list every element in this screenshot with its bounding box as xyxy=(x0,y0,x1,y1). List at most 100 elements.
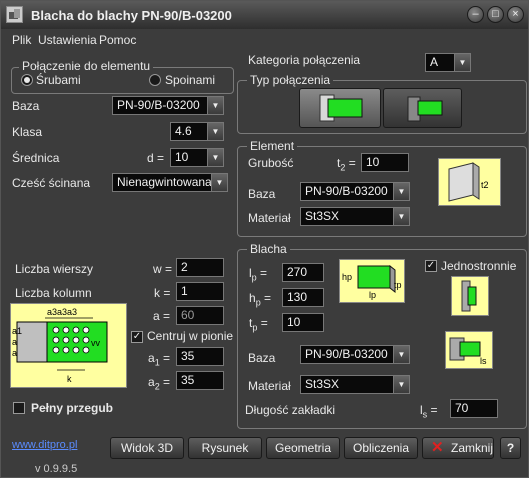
t2-input[interactable]: 10 xyxy=(361,153,409,172)
diagram-side-label-1: a1 xyxy=(12,326,22,336)
category-label: Kategoria połączenia xyxy=(248,53,361,67)
calculations-button[interactable]: Obliczenia xyxy=(344,437,418,459)
a1-input[interactable]: 35 xyxy=(176,347,224,366)
plate-diagram: hp lp tp xyxy=(339,259,405,303)
ls-input[interactable]: 70 xyxy=(450,399,498,418)
plate-material-select[interactable]: St3SX ▼ xyxy=(300,375,410,394)
chevron-down-icon: ▼ xyxy=(393,183,409,200)
diagram-side-label-3: a xyxy=(12,348,17,358)
bolt-baza-select[interactable]: PN-90/B-03200 ▼ xyxy=(112,96,224,115)
bolt-d-label: d = xyxy=(147,151,165,165)
bolt-klasa-label: Klasa xyxy=(12,125,43,139)
element-title: Element xyxy=(247,139,298,153)
bolt-layout-diagram: a3a3a3 a1 a a vv k xyxy=(10,303,127,388)
w-label: w = xyxy=(153,262,173,276)
radio-bolts-label: Śrubami xyxy=(36,73,81,87)
website-link[interactable]: www.ditpro.pl xyxy=(12,439,77,451)
cols-label: Liczba kolumn xyxy=(15,286,92,300)
plate-baza-select[interactable]: PN-90/B-03200 ▼ xyxy=(300,345,410,364)
center-vertical-checkbox[interactable]: ✓ xyxy=(131,331,143,343)
connection-type-group xyxy=(237,80,527,134)
close-button-label: Zamknij xyxy=(451,441,494,455)
a2-label: a2 = xyxy=(148,375,171,392)
element-diagram: t2 xyxy=(438,158,501,206)
overlap-diagram: ls xyxy=(445,331,493,369)
bolt-diameter-select[interactable]: 10 ▼ xyxy=(170,148,224,167)
chevron-down-icon: ▼ xyxy=(454,54,470,71)
hp-input[interactable]: 130 xyxy=(282,288,324,307)
window-title: Blacha do blachy PN-90/B-03200 xyxy=(31,8,232,23)
chevron-down-icon: ▼ xyxy=(207,123,223,140)
cover-joint-icon xyxy=(407,96,443,122)
chevron-down-icon: ▼ xyxy=(393,376,409,393)
main-window: Blacha do blachy PN-90/B-03200 – □ × Pli… xyxy=(0,0,529,478)
radio-welds[interactable] xyxy=(149,74,161,86)
one-sided-diagram xyxy=(451,276,489,316)
pin-joint-checkbox[interactable] xyxy=(13,402,25,414)
shear-part-select[interactable]: Nienagwintowana ▼ xyxy=(112,173,228,192)
connection-method-title: Połączenie do elementu xyxy=(19,59,154,73)
lp-label: lp = xyxy=(249,266,268,283)
element-baza-label: Baza xyxy=(248,187,276,201)
maximize-icon[interactable]: □ xyxy=(487,6,504,23)
title-bar[interactable]: Blacha do blachy PN-90/B-03200 – □ × xyxy=(1,1,528,29)
a-label: a = xyxy=(153,309,171,323)
type-cover-button[interactable] xyxy=(383,88,462,128)
element-baza-select[interactable]: PN-90/B-03200 ▼ xyxy=(300,182,410,201)
close-icon[interactable]: × xyxy=(507,6,524,23)
plate-diagram-tp: tp xyxy=(394,280,402,290)
type-lap-button[interactable] xyxy=(299,88,381,128)
ls-label: ls = xyxy=(420,403,438,420)
menu-pomoc[interactable]: Pomoc xyxy=(99,33,136,47)
view3d-button[interactable]: Widok 3D xyxy=(110,437,184,459)
drawing-button[interactable]: Rysunek xyxy=(188,437,262,459)
close-button[interactable]: ✕ Zamknij xyxy=(422,437,494,459)
center-vertical-label: Centruj w pionie xyxy=(147,329,234,343)
plate-diagram-hp: hp xyxy=(342,272,352,282)
element-material-label: Materiał xyxy=(248,211,291,225)
overlap-label: Długość zakładki xyxy=(245,403,336,417)
minimize-icon[interactable]: – xyxy=(467,6,484,23)
close-x-icon: ✕ xyxy=(431,439,444,456)
diagram-side-label-2: a xyxy=(12,337,17,347)
pin-joint-label: Pełny przegub xyxy=(31,401,114,415)
chevron-down-icon: ▼ xyxy=(211,174,227,191)
chevron-down-icon: ▼ xyxy=(207,149,223,166)
lp-input[interactable]: 270 xyxy=(282,263,324,282)
one-sided-checkbox[interactable]: ✓ xyxy=(425,260,437,272)
geometry-button[interactable]: Geometria xyxy=(266,437,340,459)
connection-type-title: Typ połączenia xyxy=(247,73,334,87)
chevron-down-icon: ▼ xyxy=(207,97,223,114)
app-icon xyxy=(6,6,23,23)
version-label: v 0.9.9.5 xyxy=(35,463,78,475)
a2-input[interactable]: 35 xyxy=(176,371,224,390)
t2-label: t2 = xyxy=(337,156,356,173)
overlap-diagram-ls: ls xyxy=(480,356,487,366)
diagram-v-label: vv xyxy=(91,338,101,348)
plate-title: Blacha xyxy=(247,242,290,256)
element-material-select[interactable]: St3SX ▼ xyxy=(300,207,410,226)
plate-diagram-lp: lp xyxy=(369,290,376,300)
radio-bolts[interactable] xyxy=(21,74,33,86)
bolt-diameter-label: Średnica xyxy=(12,151,60,165)
plate-material-label: Materiał xyxy=(248,379,291,393)
menu-ustawienia[interactable]: Ustawienia xyxy=(38,33,97,47)
element-thickness-label: Grubość xyxy=(248,156,294,170)
k-label: k = xyxy=(154,286,171,300)
menu-plik[interactable]: Plik xyxy=(12,33,31,47)
chevron-down-icon: ▼ xyxy=(393,208,409,225)
element-diagram-t-label: t2 xyxy=(481,180,489,190)
bolt-baza-label: Baza xyxy=(12,99,40,113)
hp-label: hp = xyxy=(249,291,272,308)
spacing-input[interactable]: 60 xyxy=(176,306,224,325)
category-select[interactable]: A ▼ xyxy=(425,53,471,72)
one-sided-label: Jednostronnie xyxy=(441,259,517,273)
cols-input[interactable]: 1 xyxy=(176,282,224,301)
help-button[interactable]: ? xyxy=(500,437,521,459)
bolt-klasa-select[interactable]: 4.6 ▼ xyxy=(170,122,224,141)
tp-input[interactable]: 10 xyxy=(282,313,324,332)
lap-joint-icon xyxy=(319,94,363,122)
menu-bar: Plik Ustawienia Pomoc xyxy=(1,31,528,49)
chevron-down-icon: ▼ xyxy=(393,346,409,363)
rows-input[interactable]: 2 xyxy=(176,258,224,277)
